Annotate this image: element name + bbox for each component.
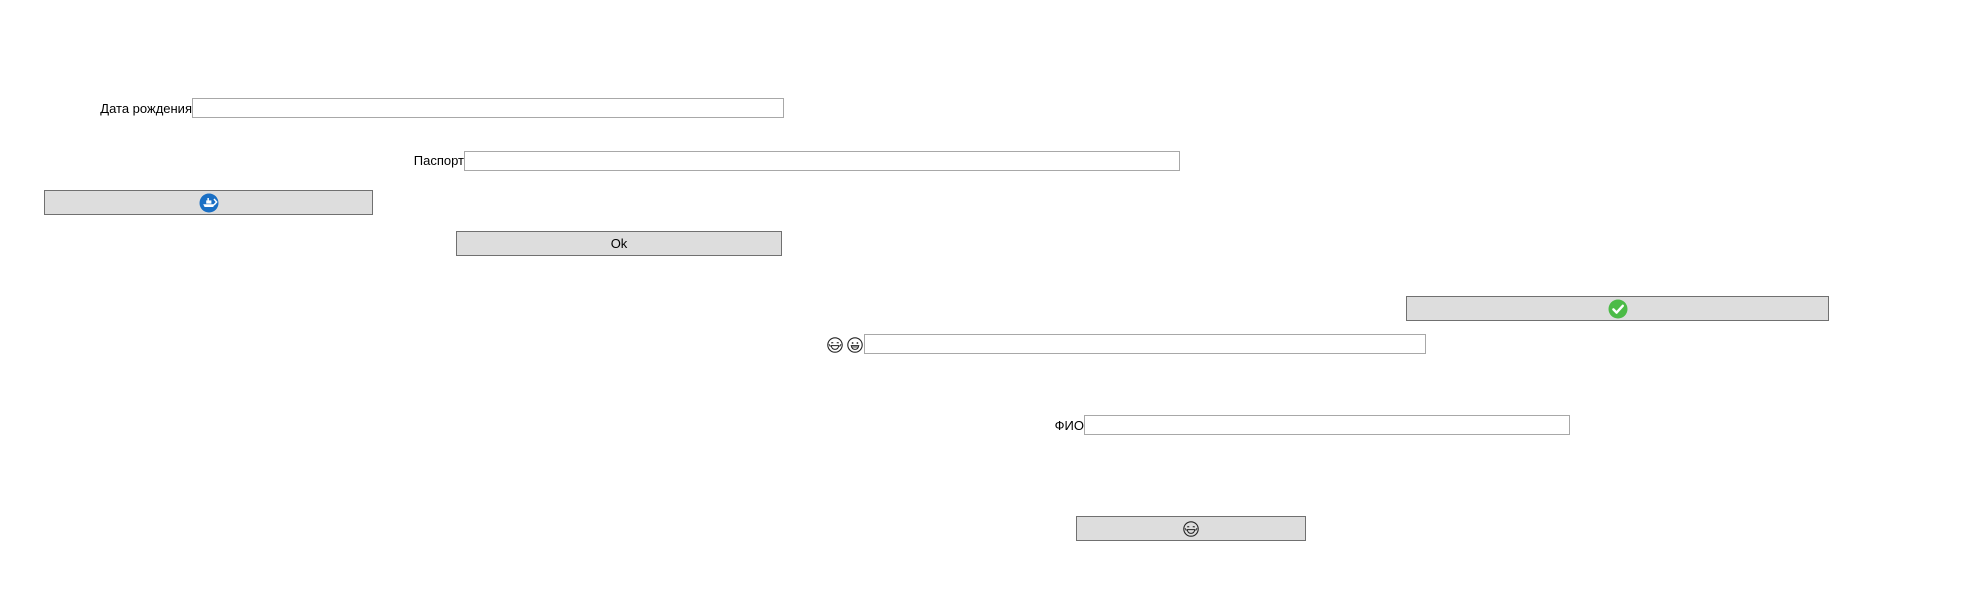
birth-date-label: Дата рождения	[100, 101, 192, 116]
emoji-field[interactable]	[864, 334, 1426, 354]
checkmark-icon	[1608, 299, 1628, 319]
passport-field[interactable]	[464, 151, 1180, 171]
full-name-label: ФИО	[1054, 418, 1084, 433]
smiling-face-icon	[847, 337, 863, 353]
emoji-button[interactable]	[1076, 516, 1306, 541]
full-name-field[interactable]	[1084, 415, 1570, 435]
confirm-button[interactable]	[1406, 296, 1829, 321]
ship-button[interactable]	[44, 190, 373, 215]
passport-label: Паспорт	[413, 153, 464, 168]
ok-button[interactable]: Ok	[456, 231, 782, 256]
ship-icon	[199, 193, 219, 213]
birth-date-field[interactable]	[192, 98, 784, 118]
laughing-face-icon	[1183, 520, 1199, 537]
laughing-face-icon	[827, 337, 843, 353]
